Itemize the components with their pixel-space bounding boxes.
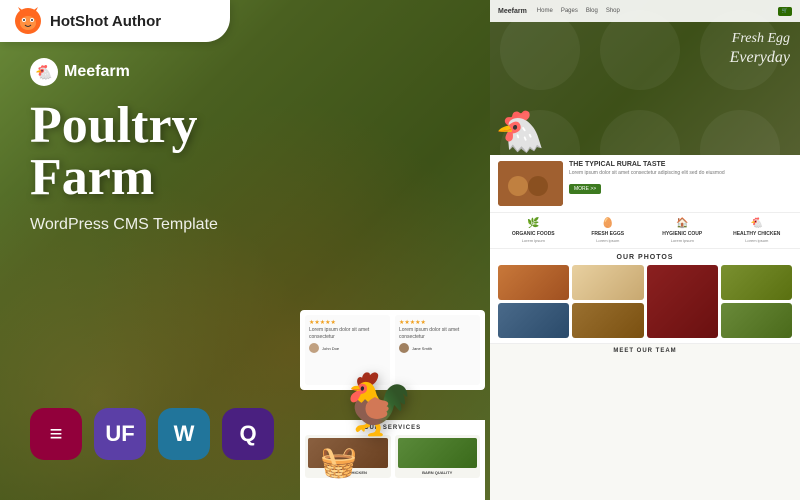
feature-eggs: 🥚 FRESH EGGS Lorem ipsum bbox=[573, 218, 644, 243]
photo-1 bbox=[498, 265, 569, 300]
rural-title: THE TYPICAL RURAL TASTE bbox=[569, 161, 792, 168]
feature-chicken: 🐔 HEALTHY CHICKEN Lorem ipsum bbox=[722, 218, 793, 243]
hero-line1: Fresh Egg bbox=[730, 30, 790, 48]
chicken-title: HEALTHY CHICKEN bbox=[722, 231, 793, 237]
photo-6 bbox=[572, 303, 643, 338]
meefarm-logo-text: Meefarm bbox=[64, 63, 130, 81]
organic-icon: 🌿 bbox=[498, 218, 569, 229]
organic-desc: Lorem ipsum bbox=[498, 238, 569, 243]
revolution-badge: Q bbox=[222, 408, 274, 460]
wordpress-badge: W bbox=[158, 408, 210, 460]
chicken-hero-icon: 🐔 bbox=[495, 108, 545, 155]
hero-text: Fresh Egg Everyday bbox=[730, 30, 790, 69]
site-hero: Meefarm Home Pages Blog Shop 🛒 Fresh Egg… bbox=[490, 0, 800, 155]
title-heading: Poultry Farm bbox=[30, 100, 218, 204]
service-card-2: BARN QUALITY bbox=[395, 435, 481, 478]
nav-blog: Blog bbox=[586, 8, 598, 14]
coop-icon: 🏠 bbox=[647, 218, 718, 229]
testimonial-text-2: Lorem ipsum dolor sit amet consectetur bbox=[399, 327, 476, 340]
rural-image-svg bbox=[498, 161, 563, 206]
hero-line2: Everyday bbox=[730, 48, 790, 69]
site-nav-logo: Meefarm bbox=[498, 8, 527, 15]
team-title: MEET OUR TEAM bbox=[498, 348, 792, 354]
photo-4 bbox=[721, 265, 792, 300]
rural-image bbox=[498, 161, 563, 206]
service-label-2: BARN QUALITY bbox=[398, 470, 478, 475]
service-img-2 bbox=[398, 438, 478, 468]
title-line2: Farm bbox=[30, 149, 154, 206]
right-column-lower: THE TYPICAL RURAL TASTE Lorem ipsum dolo… bbox=[490, 155, 800, 500]
nav-items: Home Pages Blog Shop bbox=[537, 8, 772, 14]
coop-title: HYGIENIC COUP bbox=[647, 231, 718, 237]
author-name-2: Jane Smith bbox=[412, 346, 432, 351]
chicken-desc: Lorem ipsum bbox=[722, 238, 793, 243]
meefarm-logo: 🐔 Meefarm bbox=[30, 58, 130, 86]
elementor-badge: ≡ bbox=[30, 408, 82, 460]
feature-coop: 🏠 HYGIENIC COUP Lorem ipsum bbox=[647, 218, 718, 243]
rural-text: THE TYPICAL RURAL TASTE Lorem ipsum dolo… bbox=[569, 161, 792, 206]
avatar-2 bbox=[399, 343, 409, 353]
nav-cart[interactable]: 🛒 bbox=[778, 7, 792, 16]
healthy-chicken-icon: 🐔 bbox=[722, 218, 793, 229]
feature-organic: 🌿 ORGANIC FOODS Lorem ipsum bbox=[498, 218, 569, 243]
main-title: Poultry Farm WordPress CMS Template bbox=[30, 100, 218, 234]
photo-3 bbox=[647, 265, 718, 338]
site-nav: Meefarm Home Pages Blog Shop 🛒 bbox=[490, 0, 800, 22]
plugin-icons-row: ≡ UF W Q bbox=[30, 408, 274, 460]
testimonial-text-1: Lorem ipsum dolor sit amet consectetur bbox=[309, 327, 386, 340]
brand-name: HotShot Author bbox=[50, 13, 161, 30]
eggs-desc: Lorem ipsum bbox=[573, 238, 644, 243]
uf-badge: UF bbox=[94, 408, 146, 460]
eggs-icon: 🥚 bbox=[573, 218, 644, 229]
author-name-1: John Doe bbox=[322, 346, 339, 351]
features-row: 🌿 ORGANIC FOODS Lorem ipsum 🥚 FRESH EGGS… bbox=[490, 213, 800, 249]
hotshot-logo-icon bbox=[14, 7, 42, 35]
subtitle: WordPress CMS Template bbox=[30, 216, 218, 234]
avatar-1 bbox=[309, 343, 319, 353]
eggs-basket-decoration: 🧺 bbox=[320, 445, 357, 480]
organic-title: ORGANIC FOODS bbox=[498, 231, 569, 237]
nav-home: Home bbox=[537, 8, 553, 14]
title-line1: Poultry bbox=[30, 97, 198, 154]
team-section: MEET OUR TEAM bbox=[490, 344, 800, 358]
rural-desc: Lorem ipsum dolor sit amet consectetur a… bbox=[569, 170, 792, 177]
photo-5 bbox=[498, 303, 569, 338]
testimonial-author-1: John Doe bbox=[309, 343, 386, 353]
rural-section: THE TYPICAL RURAL TASTE Lorem ipsum dolo… bbox=[490, 155, 800, 213]
nav-shop: Shop bbox=[606, 8, 620, 14]
stars-1: ★★★★★ bbox=[309, 319, 386, 326]
coop-desc: Lorem ipsum bbox=[647, 238, 718, 243]
eggs-title: FRESH EGGS bbox=[573, 231, 644, 237]
photos-title: OUR PHOTOS bbox=[498, 254, 792, 261]
photos-grid bbox=[498, 265, 792, 338]
photo-7 bbox=[721, 303, 792, 338]
photos-section: OUR PHOTOS bbox=[490, 249, 800, 344]
left-panel: 🐔 Meefarm Poultry Farm WordPress CMS Tem… bbox=[0, 0, 490, 500]
nav-pages: Pages bbox=[561, 8, 578, 14]
meefarm-chick-icon: 🐔 bbox=[30, 58, 58, 86]
photo-2 bbox=[572, 265, 643, 300]
rural-btn[interactable]: MORE >> bbox=[569, 184, 601, 194]
chicken-decoration: 🐓 bbox=[340, 369, 415, 440]
header-bar: HotShot Author bbox=[0, 0, 230, 42]
testimonial-author-2: Jane Smith bbox=[399, 343, 476, 353]
stars-2: ★★★★★ bbox=[399, 319, 476, 326]
